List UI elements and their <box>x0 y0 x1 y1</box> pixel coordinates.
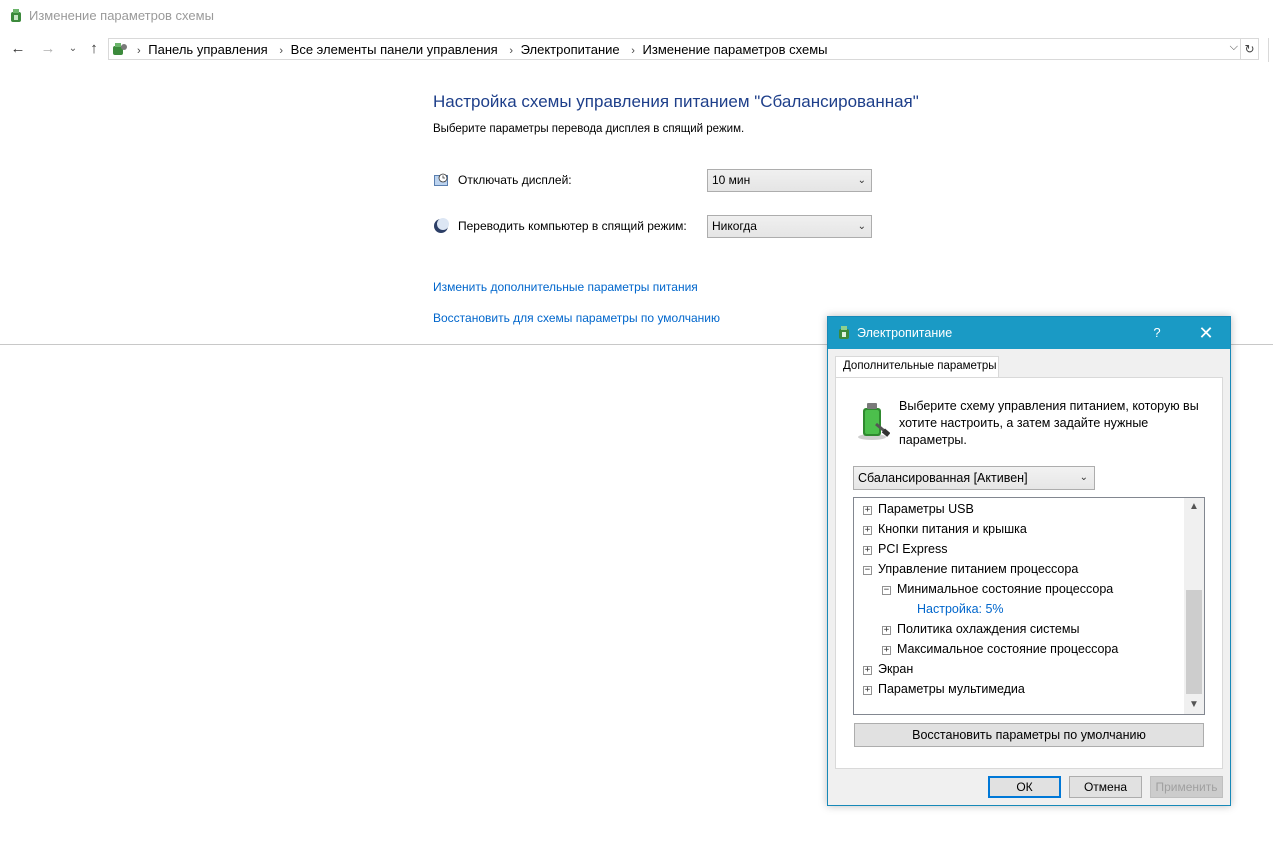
tree-item-pci-express[interactable]: + PCI Express <box>863 539 947 559</box>
power-options-icon <box>11 9 21 22</box>
breadcrumb-power-options[interactable]: Электропитание <box>521 42 620 57</box>
tree-item-label: Кнопки питания и крышка <box>878 522 1027 536</box>
expand-icon[interactable]: + <box>882 626 891 635</box>
close-icon[interactable]: ✕ <box>1184 317 1228 349</box>
dialog-description: Выберите схему управления питанием, кото… <box>899 399 1199 447</box>
forward-arrow-icon[interactable]: → <box>38 38 58 60</box>
apply-button[interactable]: Применить <box>1150 776 1223 798</box>
battery-plug-icon <box>858 403 890 440</box>
tree-scrollbar[interactable]: ▲ ▼ <box>1184 498 1204 714</box>
dialog-titlebar[interactable]: Электропитание ? ✕ <box>828 317 1230 349</box>
scrollbar-thumb[interactable] <box>1186 590 1202 694</box>
tree-item-label: Экран <box>878 662 914 676</box>
breadcrumb-all-items[interactable]: Все элементы панели управления <box>291 42 498 57</box>
tree-item-label: Параметры мультимедиа <box>878 682 1025 696</box>
expand-icon[interactable]: + <box>882 646 891 655</box>
tree-item-usb[interactable]: + Параметры USB <box>863 499 974 519</box>
tree-item-cooling-policy[interactable]: + Политика охлаждения системы <box>882 619 1079 639</box>
tree-item-label: Политика охлаждения системы <box>897 622 1080 636</box>
page-title: Настройка схемы управления питанием "Сба… <box>433 92 919 111</box>
tab-advanced-settings[interactable]: Дополнительные параметры <box>835 356 999 378</box>
window-titlebar: Изменение параметров схемы <box>0 0 1273 32</box>
tree-item-label: Параметры USB <box>878 502 974 516</box>
expand-icon[interactable]: + <box>863 686 872 695</box>
control-panel-icon <box>113 43 127 55</box>
address-bar[interactable]: › Панель управления › Все элементы панел… <box>108 38 1241 60</box>
advanced-settings-link[interactable]: Изменить дополнительные параметры питани… <box>433 280 698 294</box>
tree-item-label: Максимальное состояние процессора <box>897 642 1119 656</box>
help-button[interactable]: ? <box>1142 317 1172 349</box>
expand-icon[interactable]: + <box>863 666 872 675</box>
back-arrow-icon[interactable]: ← <box>8 38 28 60</box>
recent-locations-chevron-icon[interactable]: ⌄ <box>63 38 83 60</box>
cancel-button[interactable]: Отмена <box>1069 776 1142 798</box>
power-options-dialog: Электропитание ? ✕ Дополнительные параме… <box>827 316 1231 806</box>
tab-panel: Выберите схему управления питанием, кото… <box>835 377 1223 769</box>
restore-defaults-button[interactable]: Восстановить параметры по умолчанию <box>854 723 1204 747</box>
power-scheme-select[interactable]: Сбалансированная [Активен] ⌄ <box>853 466 1095 490</box>
ok-button[interactable]: ОК <box>988 776 1061 798</box>
tree-item-processor-power[interactable]: − Управление питанием процессора <box>863 559 1078 579</box>
turn-off-display-value: 10 мин <box>712 173 751 187</box>
tree-item-label: Управление питанием процессора <box>878 562 1079 576</box>
tree-item-max-processor-state[interactable]: + Максимальное состояние процессора <box>882 639 1118 659</box>
tree-item-multimedia[interactable]: + Параметры мультимедиа <box>863 679 1025 699</box>
breadcrumb-separator-icon[interactable]: › <box>137 45 141 57</box>
power-options-icon <box>839 326 849 339</box>
sleep-value: Никогда <box>712 219 757 233</box>
scroll-down-icon[interactable]: ▼ <box>1184 696 1204 714</box>
chevron-down-icon: ⌄ <box>1079 472 1088 483</box>
tree-item-power-buttons[interactable]: + Кнопки питания и крышка <box>863 519 1027 539</box>
breadcrumb: › Панель управления › Все элементы панел… <box>133 42 831 57</box>
chevron-down-icon: ⌄ <box>857 175 866 186</box>
settings-tree[interactable]: + Параметры USB + Кнопки питания и крышка … <box>853 497 1205 715</box>
window-title: Изменение параметров схемы <box>29 8 214 23</box>
restore-defaults-link[interactable]: Восстановить для схемы параметры по умол… <box>433 311 720 325</box>
dialog-title: Электропитание <box>857 326 953 340</box>
sleep-select[interactable]: Никогда ⌄ <box>707 215 872 238</box>
tree-item-label: Минимальное состояние процессора <box>897 582 1114 596</box>
sleep-moon-icon <box>434 218 449 233</box>
tree-item-min-processor-state[interactable]: − Минимальное состояние процессора <box>882 579 1113 599</box>
collapse-icon[interactable]: − <box>863 566 872 575</box>
up-arrow-icon[interactable]: ↑ <box>84 38 104 60</box>
tree-setting-value[interactable]: Настройка: 5% <box>917 599 1004 619</box>
collapse-icon[interactable]: − <box>882 586 891 595</box>
expand-icon[interactable]: + <box>863 506 872 515</box>
expand-icon[interactable]: + <box>863 526 872 535</box>
breadcrumb-separator-icon[interactable]: › <box>509 45 513 57</box>
chevron-down-icon: ⌄ <box>857 221 866 232</box>
address-dropdown-chevron-icon[interactable]: ⌵ <box>1230 41 1238 54</box>
scroll-up-icon[interactable]: ▲ <box>1184 498 1204 516</box>
breadcrumb-edit-plan[interactable]: Изменение параметров схемы <box>643 42 828 57</box>
power-scheme-value: Сбалансированная [Активен] <box>858 471 1028 485</box>
navigation-bar: ← → ⌄ ↑ › Панель управления › Все элемен… <box>0 36 1273 64</box>
turn-off-display-select[interactable]: 10 мин ⌄ <box>707 169 872 192</box>
display-clock-icon <box>434 173 448 186</box>
breadcrumb-separator-icon[interactable]: › <box>631 45 635 57</box>
sleep-label: Переводить компьютер в спящий режим: <box>458 219 687 233</box>
tree-item-label: PCI Express <box>878 542 948 556</box>
refresh-icon[interactable]: ↻ <box>1241 38 1259 60</box>
expand-icon[interactable]: + <box>863 546 872 555</box>
page-subtitle: Выберите параметры перевода дисплея в сп… <box>433 123 745 135</box>
breadcrumb-separator-icon[interactable]: › <box>279 45 283 57</box>
turn-off-display-label: Отключать дисплей: <box>458 173 572 187</box>
search-box-edge[interactable] <box>1268 38 1273 62</box>
breadcrumb-control-panel[interactable]: Панель управления <box>148 42 267 57</box>
tree-item-display[interactable]: + Экран <box>863 659 913 679</box>
